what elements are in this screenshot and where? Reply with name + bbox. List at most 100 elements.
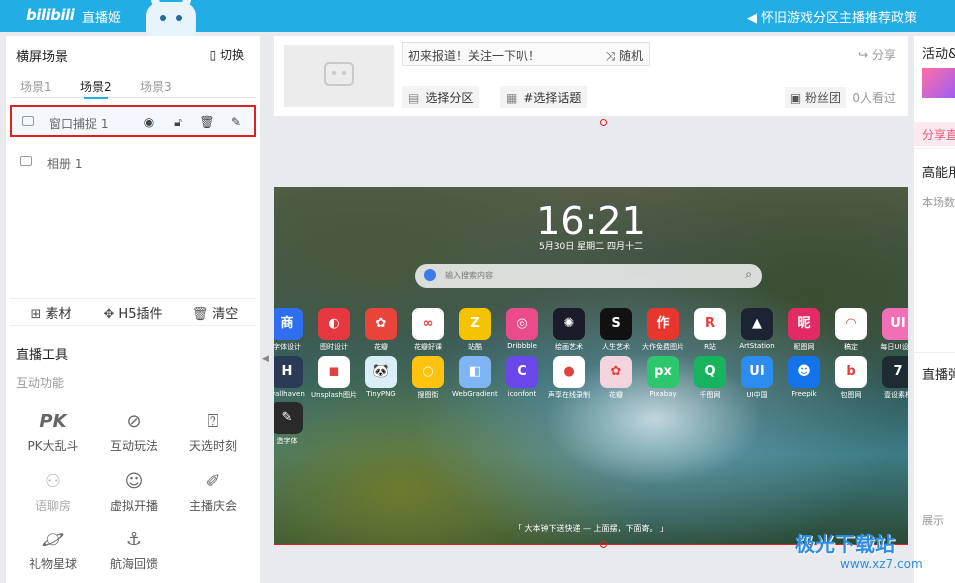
app-icon: 7 xyxy=(882,356,908,388)
app-shortcut[interactable]: ▲ ArtStation xyxy=(734,308,780,350)
app-icon: px xyxy=(647,356,679,388)
tools-title: 直播工具 xyxy=(16,348,69,363)
tool-streamer-party[interactable]: ✐ 主播庆会 xyxy=(178,470,248,514)
policy-notice-link[interactable]: ◀ 怀旧游戏分区主播推荐政策 xyxy=(747,7,917,26)
app-icon: C xyxy=(506,356,538,388)
random-title-button[interactable]: ⤨ 随机 xyxy=(606,47,643,64)
source-toolbar: ⊞ 素材 ✥ H5插件 🗑︎ 清空 xyxy=(10,298,256,326)
collapse-handle[interactable]: ◀ xyxy=(260,300,274,420)
app-shortcut[interactable]: 昵昵图网 xyxy=(781,308,827,352)
app-icon: ◧ xyxy=(459,356,491,388)
policy-notice-text: 怀旧游戏分区主播推荐政策 xyxy=(760,11,917,26)
app-name: 声享在线录制 xyxy=(548,391,590,399)
app-shortcut[interactable]: 7 壹设素材 xyxy=(875,356,908,400)
app-shortcut[interactable]: ◎ Dribbble xyxy=(499,308,545,350)
app-shortcut[interactable]: ○ 搜图街 xyxy=(405,356,451,400)
tool-interactive-play[interactable]: ⊘ 互动玩法 xyxy=(99,410,169,454)
app-shortcut[interactable]: ✎ 造字体 xyxy=(274,402,310,446)
app-shortcut[interactable]: 🐼 TinyPNG xyxy=(358,356,404,398)
app-shortcut[interactable]: ✿ 花瓣 xyxy=(358,308,404,352)
app-shortcut[interactable]: ✺ 绘画艺术 xyxy=(546,308,592,352)
share-button[interactable]: ↪ 分享 xyxy=(858,46,896,63)
app-shortcut[interactable]: b 包图网 xyxy=(828,356,874,400)
clear-button[interactable]: 🗑︎ 清空 xyxy=(174,303,256,322)
app-icon: UI xyxy=(882,308,908,340)
app-shortcut[interactable]: Ciconfont xyxy=(499,356,545,398)
app-shortcut[interactable]: px Pixabay xyxy=(640,356,686,398)
app-icon: Z xyxy=(459,308,491,340)
app-shortcut[interactable]: ● 声享在线录制 xyxy=(546,356,592,400)
tool-gift-planet[interactable]: 🪐︎ 礼物星球 xyxy=(18,528,88,572)
planet-icon: ⊘ xyxy=(126,411,142,432)
app-name: iconfont xyxy=(507,390,537,398)
share-live-button[interactable]: 分享直 xyxy=(914,122,955,146)
app-shortcut[interactable]: S 人生艺术 xyxy=(593,308,639,352)
fan-club-button[interactable]: ▣ 粉丝团 xyxy=(784,87,846,108)
app-shortcut[interactable]: Q 千图网 xyxy=(687,356,733,400)
random-label: 随机 xyxy=(618,49,643,63)
source-item-window-capture[interactable]: 窗口捕捉 1 ◉ 🔓︎ 🗑︎ ✎ xyxy=(10,105,256,137)
add-material-button[interactable]: ⊞ 素材 xyxy=(10,303,92,322)
watermark-url: www.xz7.com xyxy=(840,557,923,571)
app-name: 壹设素材 xyxy=(884,391,908,399)
app-shortcut[interactable]: ◐ 图时设计 xyxy=(311,308,357,352)
app-name: ArtStation xyxy=(739,342,775,350)
tab-scene-3[interactable]: 场景3 xyxy=(140,78,172,95)
app-shortcut[interactable]: UI UI中国 xyxy=(734,356,780,400)
activity-banner[interactable] xyxy=(922,68,955,98)
app-name: 造字体 xyxy=(276,437,298,445)
app-shortcut[interactable]: 商字体设计 xyxy=(274,308,310,352)
app-shortcut[interactable]: Hwallhaven xyxy=(274,356,310,398)
tool-voice-room[interactable]: ⚇ 语聊房 xyxy=(18,470,88,514)
tool-lucky-draw[interactable]: ⍰ 天选时刻 xyxy=(178,410,248,454)
select-topic-button[interactable]: ▦ #选择话题 xyxy=(500,86,588,108)
app-name: 花瓣 xyxy=(374,343,388,351)
plus-square-icon: ⊞ xyxy=(30,306,42,322)
h5-plugin-button[interactable]: ✥ H5插件 xyxy=(92,303,174,322)
app-name: wallhaven xyxy=(274,390,305,398)
tool-voyage-reward[interactable]: ⚓︎ 航海回馈 xyxy=(99,528,169,572)
tool-label: PK大乱斗 xyxy=(27,439,79,453)
edit-icon[interactable]: ✎ xyxy=(228,114,244,130)
trash-icon[interactable]: 🗑︎ xyxy=(199,114,215,130)
app-shortcut[interactable]: Z 站酷 xyxy=(452,308,498,352)
tab-scene-2[interactable]: 场景2 xyxy=(80,78,112,99)
app-shortcut[interactable]: ✿ 花瓣 xyxy=(593,356,639,400)
window-icon xyxy=(22,116,34,126)
high-energy-subtitle: 本场数 xyxy=(922,196,955,209)
app-shortcut[interactable]: ◠ 稿定 xyxy=(828,308,874,352)
app-shortcut[interactable]: ☻ Freepik xyxy=(781,356,827,398)
app-icon: ◼ xyxy=(318,356,350,388)
app-shortcut[interactable]: R R站 xyxy=(687,308,733,352)
app-shortcut[interactable]: ∞ 花瓣好课 xyxy=(405,308,451,352)
tool-pk[interactable]: 𝙋𝙆 PK大乱斗 xyxy=(18,410,88,454)
app-shortcut[interactable]: 作大作免费图片 xyxy=(640,308,686,352)
source-item-album[interactable]: 相册 1 xyxy=(10,147,256,179)
app-icon: ◐ xyxy=(318,308,350,340)
topic-label: #选择话题 xyxy=(523,91,582,105)
lock-icon[interactable]: 🔓︎ xyxy=(170,114,186,130)
app-shortcut[interactable]: ◼ Unsplash图片 xyxy=(311,356,357,400)
material-label: 素材 xyxy=(45,306,72,322)
stream-preview[interactable]: 16:21 5月30日 星期二 四月十二 输入搜索内容 ⌕ 商字体设计 ◐ 图时设计… xyxy=(274,187,908,545)
right-panel: 活动& 分享直 高能用 本场数 直播弹 展示 xyxy=(914,36,955,583)
show-label: 展示 xyxy=(922,514,944,527)
switch-orientation-button[interactable]: ▯ 切换 xyxy=(210,46,244,63)
tool-virtual-live[interactable]: ☺ 虚拟开播 xyxy=(99,470,169,514)
app-shortcut[interactable]: ◧ WebGradients xyxy=(452,356,498,398)
app-icon: H xyxy=(274,356,303,388)
app-name: WebGradients xyxy=(452,390,498,398)
cover-thumbnail[interactable] xyxy=(284,45,394,107)
eye-icon[interactable]: ◉ xyxy=(141,114,157,130)
stream-title-field[interactable]: 初来报道！关注一下叭！ ⤨ 随机 xyxy=(402,42,650,66)
app-name: 昵图网 xyxy=(793,343,815,351)
category-icon: ▤ xyxy=(408,91,420,105)
share-icon: ↪ xyxy=(858,48,872,62)
resize-handle-top[interactable] xyxy=(600,119,607,126)
switch-icon: ▯ xyxy=(209,48,220,62)
resize-handle-bottom[interactable] xyxy=(600,541,607,548)
tab-scene-1[interactable]: 场景1 xyxy=(20,78,52,95)
app-shortcut[interactable]: UI 每日UI设计 xyxy=(875,308,908,352)
stream-title-text: 初来报道！关注一下叭！ xyxy=(408,49,541,63)
select-category-button[interactable]: ▤ 选择分区 xyxy=(402,86,480,108)
